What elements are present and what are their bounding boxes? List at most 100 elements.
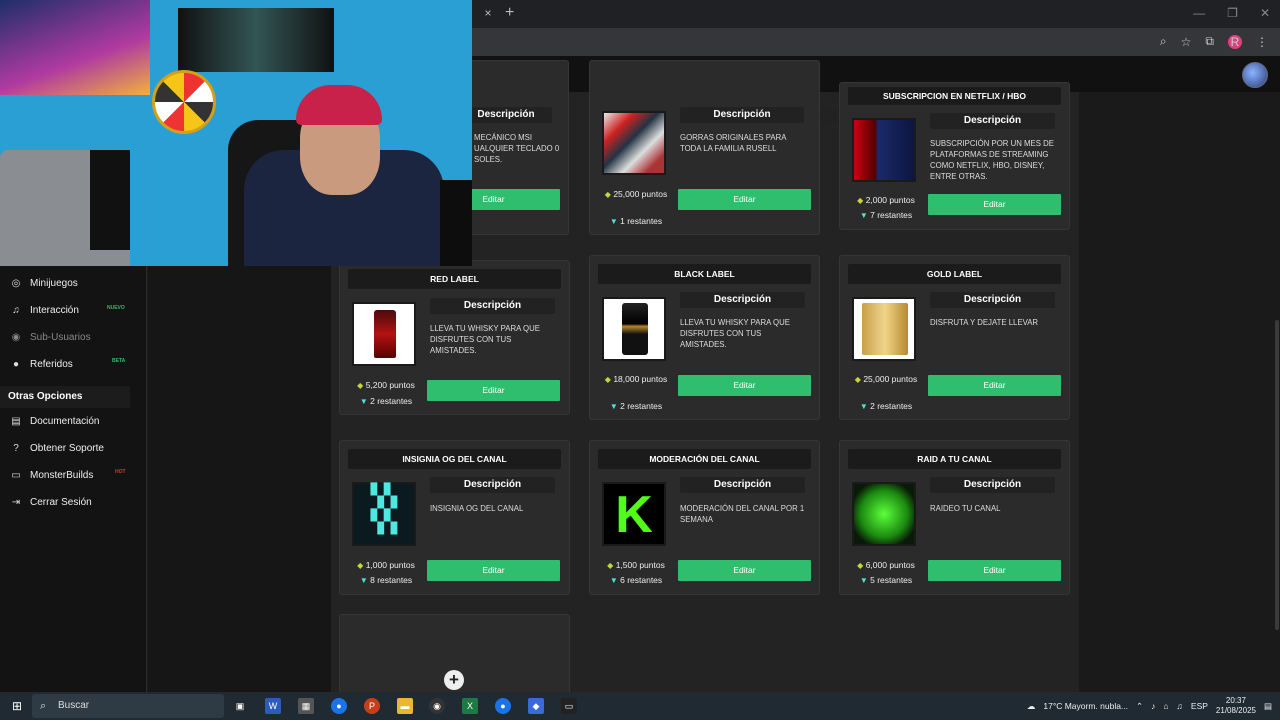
points-value: 1,000 puntos	[365, 560, 415, 570]
sidebar-item-monsterbuilds[interactable]: ▭ MonsterBuilds	[10, 470, 93, 481]
edit-button[interactable]: Editar	[928, 375, 1061, 396]
coin-icon: ◆	[357, 561, 364, 570]
sidebar-item-interaccion[interactable]: ♫ Interacción	[10, 305, 79, 316]
remaining-value: 5 restantes	[870, 575, 913, 585]
extensions-icon[interactable]: ⧉	[1205, 34, 1214, 49]
webcam-overlay	[0, 0, 472, 266]
close-window-button[interactable]: ✕	[1260, 6, 1270, 20]
sidebar-item-referidos[interactable]: ● Referidos	[10, 359, 73, 370]
reward-title: MODERACIÓN DEL CANAL	[598, 449, 811, 469]
sidebar-item-label: Interacción	[30, 305, 79, 316]
excel-icon[interactable]: X	[462, 698, 478, 714]
sidebar-item-label: Documentación	[30, 416, 100, 427]
edit-button[interactable]: Editar	[678, 375, 811, 396]
sidebar-item-minijuegos[interactable]: ◎ Minijuegos	[10, 278, 78, 289]
sidebar-item-documentacion[interactable]: ▤ Documentación	[10, 416, 99, 427]
new-tab-button[interactable]: +	[505, 4, 514, 22]
menu-dots-icon[interactable]: ⋮	[1256, 35, 1268, 49]
close-tab-icon[interactable]: ×	[480, 5, 496, 21]
task-view-icon[interactable]: ▣	[232, 698, 248, 714]
beta-badge: BETA	[112, 358, 126, 364]
points-value: 6,000 puntos	[865, 560, 915, 570]
section-heading-otras-opciones: Otras Opciones	[0, 386, 130, 408]
restore-button[interactable]: ❐	[1227, 6, 1238, 20]
profile-avatar[interactable]: R	[1228, 34, 1242, 49]
word-icon[interactable]: W	[265, 698, 281, 714]
gold-label-image	[852, 297, 916, 361]
red-cap	[296, 85, 382, 125]
points-value: 25,000 puntos	[613, 189, 668, 199]
date: 21/08/2025	[1215, 706, 1256, 715]
remaining-label: ▼ 5 restantes	[846, 575, 926, 585]
chrome-profile-icon[interactable]: ●	[495, 698, 511, 714]
scrollbar-thumb[interactable]	[1275, 320, 1279, 630]
description-heading: Descripción	[430, 477, 555, 493]
file-explorer-icon[interactable]: ▬	[397, 698, 413, 714]
edit-button[interactable]: Editar	[928, 560, 1061, 581]
volume-icon[interactable]: ♫	[1177, 701, 1183, 711]
network-icon[interactable]: ⌂	[1163, 701, 1168, 711]
prize-wheel	[152, 70, 216, 134]
remaining-label: ▼ 1 restantes	[596, 216, 676, 226]
reward-description: DISFRUTA Y DEJATE LLEVAR	[930, 318, 1039, 327]
points-value: 25,000 puntos	[863, 374, 918, 384]
sidebar-item-cerrar-sesion[interactable]: ⇥ Cerrar Sesión	[10, 497, 92, 508]
notifications-icon[interactable]: ▤	[1264, 701, 1272, 712]
bookmark-star-icon[interactable]: ☆	[1181, 35, 1192, 49]
coin-icon: ◆	[857, 196, 864, 205]
remaining-value: 2 restantes	[870, 401, 913, 411]
cart-icon: ▼	[359, 576, 368, 585]
terminal-icon[interactable]: ▭	[561, 698, 577, 714]
coin-icon: ◆	[854, 375, 861, 384]
windows-start-icon[interactable]: ⊞	[9, 698, 25, 714]
chrome-icon[interactable]: ●	[331, 698, 347, 714]
logout-icon: ⇥	[11, 497, 21, 508]
description-heading: Descripción	[930, 292, 1055, 308]
zoom-icon[interactable]: ⌕	[1160, 34, 1167, 49]
description-heading: Descripción	[430, 298, 555, 314]
remaining-label: ▼ 2 restantes	[596, 401, 676, 411]
tray-chevron-icon[interactable]: ⌃	[1136, 701, 1143, 712]
weather-text[interactable]: 17°C Mayorm. nubla...	[1043, 701, 1128, 711]
edit-button[interactable]: Editar	[928, 194, 1061, 215]
edit-button[interactable]: Editar	[427, 380, 560, 401]
add-reward-button[interactable]: +	[444, 670, 464, 690]
description-heading: Descripción	[930, 113, 1055, 129]
app-icon[interactable]: ◆	[528, 698, 544, 714]
coin-icon: ◆	[604, 375, 611, 384]
sidebar-item-label: Minijuegos	[30, 278, 78, 289]
powerpoint-icon[interactable]: P	[364, 698, 380, 714]
clock[interactable]: 20:37 21/08/2025	[1216, 696, 1256, 716]
edit-button[interactable]: Editar	[678, 189, 811, 210]
remaining-value: 2 restantes	[370, 396, 413, 406]
sidebar-item-label: Obtener Soporte	[30, 443, 104, 454]
remaining-label: ▼ 7 restantes	[846, 210, 926, 220]
shelf	[440, 180, 472, 266]
cart-icon: ▼	[859, 402, 868, 411]
minimize-button[interactable]: —	[1193, 6, 1205, 20]
mic-icon[interactable]: ♪	[1151, 701, 1155, 711]
edit-button[interactable]: Editar	[427, 560, 560, 581]
sidebar-item-soporte[interactable]: ? Obtener Soporte	[10, 443, 104, 454]
edit-button[interactable]: Editar	[678, 560, 811, 581]
cart-icon: ▼	[859, 576, 868, 585]
reward-description: INSIGNIA OG DEL CANAL	[430, 504, 524, 513]
store-icon[interactable]: ▦	[298, 698, 314, 714]
add-reward-card[interactable]	[339, 614, 570, 704]
points-label: ◆ 2,000 puntos	[846, 195, 926, 205]
speaker	[90, 150, 130, 250]
music-icon: ♫	[12, 305, 20, 316]
taskbar-search[interactable]: ⌕ Buscar	[32, 694, 224, 718]
points-label: ◆ 1,000 puntos	[346, 560, 426, 570]
hot-badge: HOT	[115, 469, 126, 475]
user-avatar[interactable]	[1242, 62, 1268, 88]
search-icon: ⌕	[40, 700, 47, 712]
obs-icon[interactable]: ◉	[429, 698, 445, 714]
sidebar-item-label: Referidos	[30, 359, 73, 370]
language-indicator[interactable]: ESP	[1191, 701, 1208, 711]
sidebar-item-sub-usuarios[interactable]: ◉ Sub-Usuarios	[10, 332, 91, 343]
new-badge: NUEVO	[107, 305, 125, 311]
remaining-value: 7 restantes	[870, 210, 913, 220]
cart-icon: ▼	[609, 576, 618, 585]
reward-description: RAIDEO TU CANAL	[930, 504, 1001, 513]
